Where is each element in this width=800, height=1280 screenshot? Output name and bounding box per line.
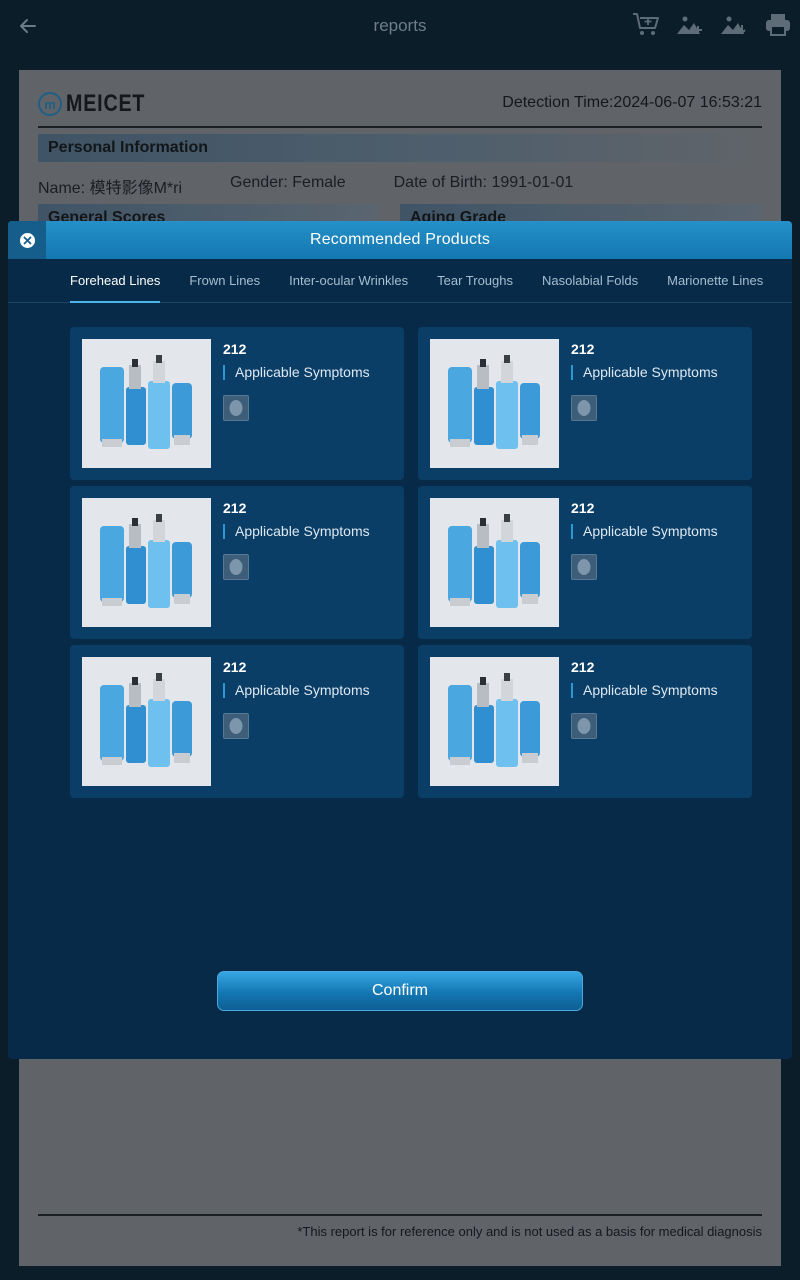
symptom-icon [571, 395, 597, 421]
close-button[interactable] [8, 221, 46, 259]
applicable-symptoms-label: Applicable Symptoms [223, 365, 370, 380]
product-card[interactable]: 212 Applicable Symptoms [70, 327, 404, 480]
add-to-cart-icon[interactable] [632, 10, 660, 40]
product-image [82, 657, 211, 786]
product-card[interactable]: 212 Applicable Symptoms [70, 645, 404, 798]
download-image-icon[interactable] [720, 10, 748, 40]
applicable-symptoms-label: Applicable Symptoms [571, 683, 718, 698]
toolbar [632, 10, 792, 40]
meicet-logo: m MEICET [38, 90, 163, 118]
applicable-symptoms-label: Applicable Symptoms [571, 524, 718, 539]
applicable-symptoms-label: Applicable Symptoms [571, 365, 718, 380]
page-title: reports [373, 16, 427, 35]
symptom-icon [571, 554, 597, 580]
symptom-tabs: Forehead Lines Frown Lines Inter-ocular … [8, 259, 792, 303]
symptom-icon [223, 713, 249, 739]
product-name: 212 [223, 341, 247, 357]
applicable-symptoms-label: Applicable Symptoms [223, 683, 370, 698]
tab-nasolabial-folds[interactable]: Nasolabial Folds [542, 259, 638, 303]
product-image [82, 339, 211, 468]
disclaimer: *This report is for reference only and i… [297, 1224, 762, 1239]
product-name: 212 [223, 659, 247, 675]
product-card[interactable]: 212 Applicable Symptoms [70, 486, 404, 639]
product-card[interactable]: 212 Applicable Symptoms [418, 327, 752, 480]
symptom-icon [223, 554, 249, 580]
product-name: 212 [571, 500, 595, 516]
personal-info-row: Name: 模特影像M*ri Gender: Female Date of Bi… [38, 174, 621, 198]
product-image [82, 498, 211, 627]
product-name: 212 [223, 500, 247, 516]
report-header: m MEICET Detection Time:2024-06-07 16:53… [38, 88, 762, 128]
tab-tear-troughs[interactable]: Tear Troughs [437, 259, 513, 303]
dob-field: Date of Birth: 1991-01-01 [393, 174, 574, 191]
report-footer: *This report is for reference only and i… [38, 1214, 762, 1239]
logo-mark: m [38, 92, 62, 116]
detection-time: Detection Time:2024-06-07 16:53:21 [502, 94, 762, 111]
product-image [430, 498, 559, 627]
confirm-button[interactable]: Confirm [217, 971, 583, 1011]
tab-marionette-lines[interactable]: Marionette Lines [667, 259, 763, 303]
product-card[interactable]: 212 Applicable Symptoms [418, 486, 752, 639]
name-field: Name: 模特影像M*ri [38, 180, 183, 197]
gender-field: Gender: Female [230, 174, 346, 191]
logo-text: MEICET [66, 90, 146, 117]
symptom-icon [223, 395, 249, 421]
personal-info-header: Personal Information [38, 134, 762, 162]
symptom-icon [571, 713, 597, 739]
add-image-icon[interactable] [676, 10, 704, 40]
tab-forehead-lines[interactable]: Forehead Lines [70, 259, 161, 303]
print-icon[interactable] [764, 10, 792, 40]
modal-title: Recommended Products [309, 231, 491, 248]
recommended-products-modal: Recommended Products Forehead Lines Frow… [8, 221, 792, 1059]
applicable-symptoms-label: Applicable Symptoms [223, 524, 370, 539]
app-bar: reports [0, 0, 800, 52]
product-name: 212 [571, 659, 595, 675]
product-card[interactable]: 212 Applicable Symptoms [418, 645, 752, 798]
product-image [430, 339, 559, 468]
close-icon [19, 232, 35, 248]
product-name: 212 [571, 341, 595, 357]
product-image [430, 657, 559, 786]
back-arrow-icon[interactable] [14, 12, 42, 40]
tab-inter-ocular-wrinkles[interactable]: Inter-ocular Wrinkles [289, 259, 408, 303]
modal-header: Recommended Products [8, 221, 792, 259]
tab-frown-lines[interactable]: Frown Lines [189, 259, 260, 303]
